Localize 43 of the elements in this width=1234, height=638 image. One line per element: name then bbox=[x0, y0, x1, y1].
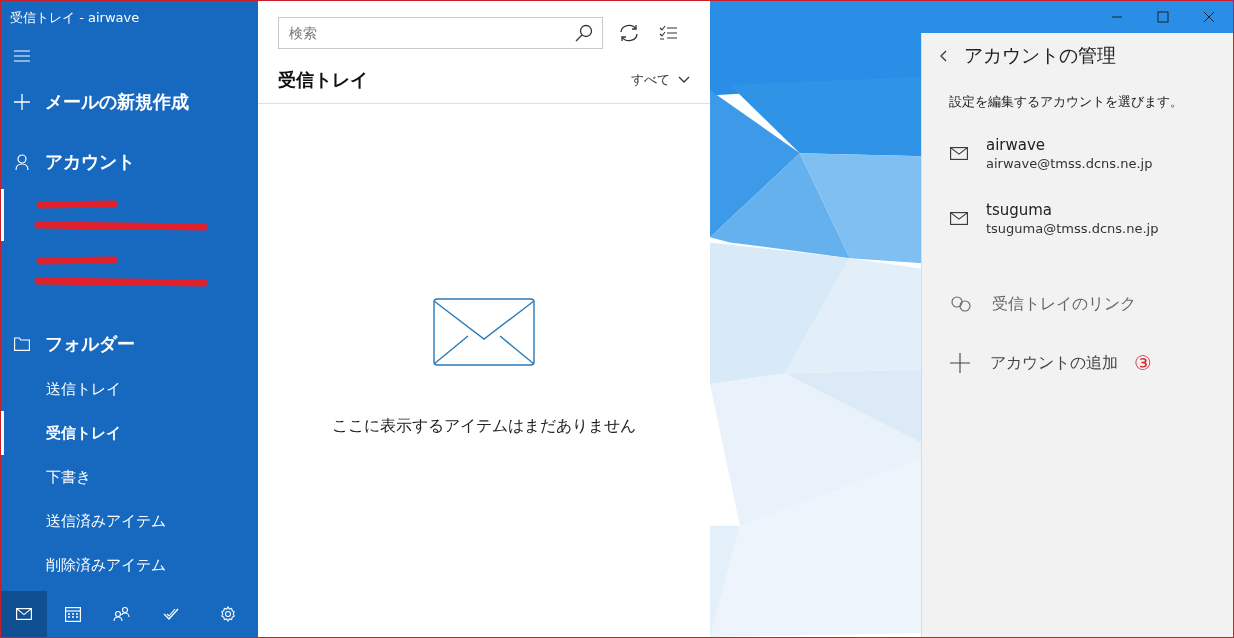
folder-item[interactable]: 送信済みアイテム bbox=[1, 499, 258, 543]
settings-icon bbox=[219, 606, 236, 622]
calendar-icon bbox=[65, 606, 81, 622]
search-icon[interactable] bbox=[575, 24, 593, 42]
plus-icon bbox=[950, 353, 970, 373]
folder-icon bbox=[13, 337, 31, 351]
new-mail-button[interactable]: メールの新規作成 bbox=[45, 90, 189, 114]
folder-item[interactable]: 送信トレイ bbox=[1, 367, 258, 411]
envelope-icon bbox=[433, 298, 535, 366]
filter-dropdown[interactable]: すべて bbox=[631, 71, 690, 89]
mail-icon bbox=[950, 212, 968, 225]
folder-title: 受信トレイ bbox=[278, 68, 368, 92]
folder-item[interactable]: 削除済みアイテム bbox=[1, 543, 258, 587]
folder-item[interactable]: 下書き bbox=[1, 455, 258, 499]
annotation-number: ③ bbox=[1134, 351, 1152, 375]
link-inboxes-button[interactable]: 受信トレイのリンク bbox=[992, 293, 1136, 315]
sync-icon[interactable] bbox=[619, 24, 639, 42]
empty-message: ここに表示するアイテムはまだありません bbox=[332, 416, 636, 437]
checkmark-icon bbox=[163, 607, 179, 621]
link-icon bbox=[950, 296, 972, 312]
maximize-icon[interactable] bbox=[1157, 11, 1169, 23]
window-title: 受信トレイ - airwave bbox=[9, 9, 141, 27]
select-list-icon[interactable] bbox=[659, 25, 677, 41]
person-icon bbox=[13, 154, 31, 170]
menu-icon[interactable] bbox=[14, 50, 30, 62]
back-icon[interactable] bbox=[940, 50, 948, 62]
add-account-button[interactable]: アカウントの追加 bbox=[990, 352, 1118, 374]
accounts-heading: アカウント bbox=[45, 150, 135, 174]
mail-icon bbox=[16, 608, 32, 620]
panel-title: アカウントの管理 bbox=[964, 43, 1116, 68]
people-icon bbox=[113, 606, 131, 622]
folders-heading: フォルダー bbox=[45, 332, 135, 356]
mail-icon bbox=[950, 147, 968, 160]
account-name[interactable]: tsuguma bbox=[986, 201, 1159, 219]
mail-tab[interactable] bbox=[1, 591, 47, 637]
account-email: airwave@tmss.dcns.ne.jp bbox=[986, 156, 1153, 171]
plus-icon bbox=[13, 94, 31, 110]
close-icon[interactable] bbox=[1203, 11, 1215, 23]
account-name[interactable]: airwave bbox=[986, 136, 1153, 154]
panel-subtitle: 設定を編集するアカウントを選びます。 bbox=[949, 93, 1184, 111]
account-email: tsuguma@tmss.dcns.ne.jp bbox=[986, 221, 1159, 236]
chevron-down-icon bbox=[678, 76, 690, 84]
search-field[interactable]: 検索 bbox=[278, 17, 603, 49]
